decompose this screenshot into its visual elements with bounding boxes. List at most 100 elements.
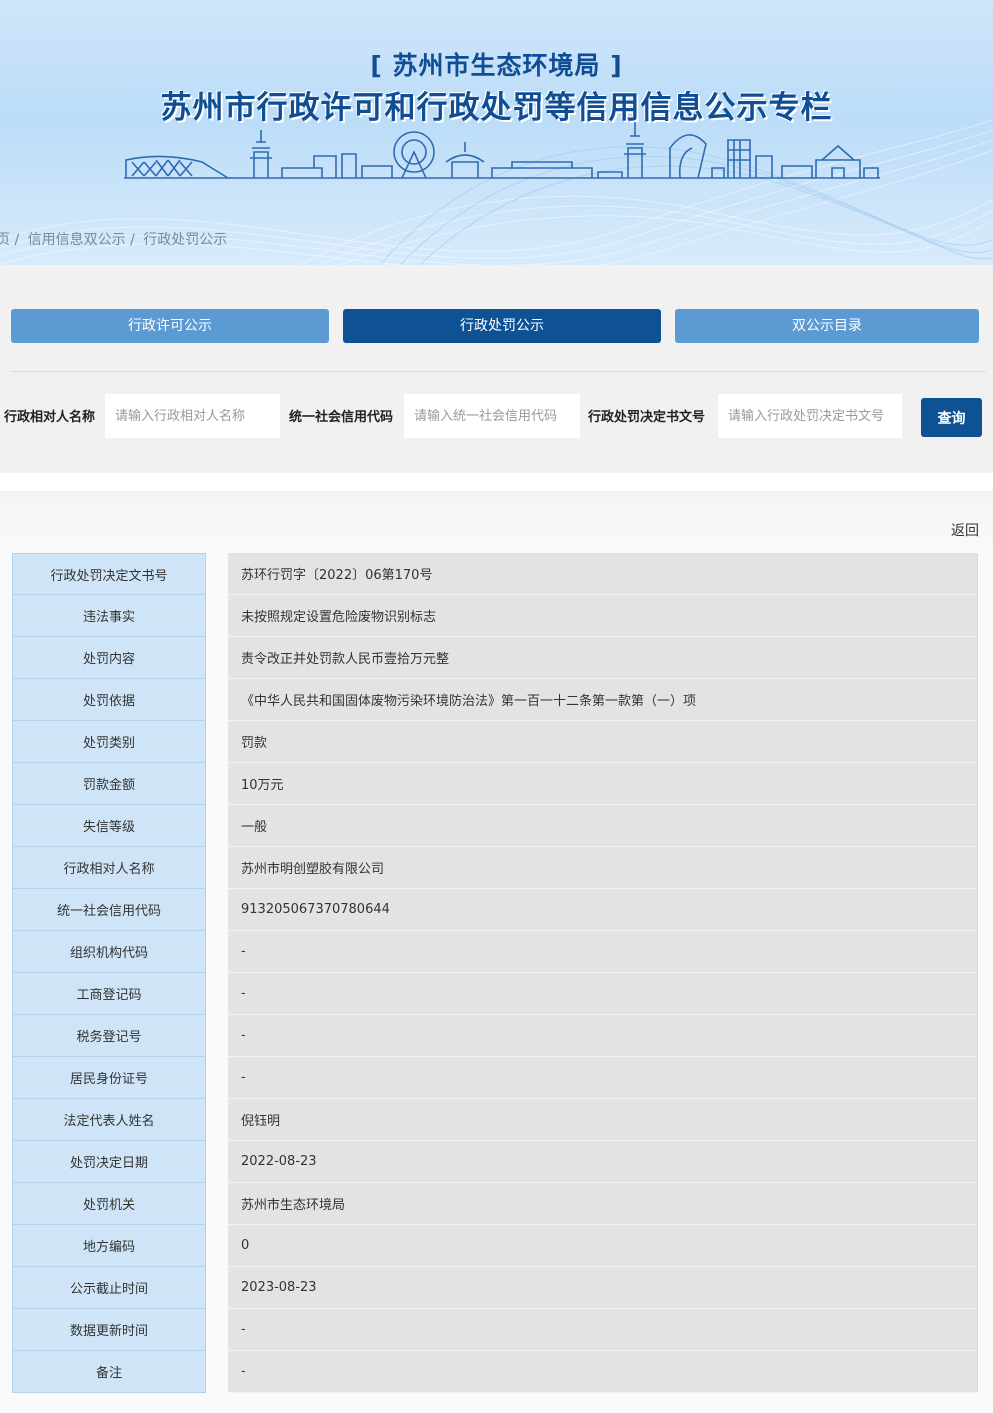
table-row: 数据更新时间 -	[12, 1309, 978, 1351]
search-panel: 行政许可公示 行政处罚公示 双公示目录 行政相对人名称 统一社会信用代码 行政处…	[0, 265, 993, 473]
table-row: 地方编码 0	[12, 1225, 978, 1267]
row-gap	[206, 931, 228, 973]
row-gap	[206, 889, 228, 931]
table-row: 处罚决定日期 2022-08-23	[12, 1141, 978, 1183]
row-value: 罚款	[228, 721, 978, 763]
header-banner: [ 苏州市生态环境局 ] 苏州市行政许可和行政处罚等信用信息公示专栏 页 / 信…	[0, 0, 993, 265]
breadcrumb-current: 行政处罚公示	[143, 232, 228, 248]
row-value: 一般	[228, 805, 978, 847]
tab-permit[interactable]: 行政许可公示	[11, 309, 329, 343]
row-gap	[206, 1351, 228, 1393]
search-input-name[interactable]	[105, 394, 280, 438]
row-value: 10万元	[228, 763, 978, 805]
search-label-credit-code: 统一社会信用代码	[289, 410, 394, 425]
row-value: 2023-08-23	[228, 1267, 978, 1309]
row-label: 法定代表人姓名	[12, 1099, 206, 1141]
back-link[interactable]: 返回	[951, 520, 979, 540]
table-row: 处罚内容 责令改正并处罚款人民币壹拾万元整	[12, 637, 978, 679]
table-row: 失信等级 一般	[12, 805, 978, 847]
breadcrumb-credit-link[interactable]: 信用信息双公示 /	[28, 232, 135, 248]
table-row: 处罚类别 罚款	[12, 721, 978, 763]
row-label: 数据更新时间	[12, 1309, 206, 1351]
row-value: -	[228, 931, 978, 973]
row-label: 行政处罚决定文书号	[12, 553, 206, 595]
tab-penalty[interactable]: 行政处罚公示	[343, 309, 661, 343]
row-value: 2022-08-23	[228, 1141, 978, 1183]
row-gap	[206, 595, 228, 637]
row-gap	[206, 805, 228, 847]
table-row: 行政处罚决定文书号 苏环行罚字〔2022〕06第170号	[12, 553, 978, 595]
row-value: 0	[228, 1225, 978, 1267]
row-gap	[206, 1015, 228, 1057]
search-input-decision-number[interactable]	[718, 394, 902, 438]
detail-content: 返回 行政处罚决定文书号 苏环行罚字〔2022〕06第170号 违法事实 未按照规定设…	[0, 491, 993, 1413]
row-gap	[206, 553, 228, 595]
row-label: 税务登记号	[12, 1015, 206, 1057]
table-row: 法定代表人姓名 倪钰明	[12, 1099, 978, 1141]
row-value: -	[228, 1057, 978, 1099]
table-row: 工商登记码 -	[12, 973, 978, 1015]
row-label: 失信等级	[12, 805, 206, 847]
row-gap	[206, 1309, 228, 1351]
row-gap	[206, 847, 228, 889]
table-row: 行政相对人名称 苏州市明创塑胶有限公司	[12, 847, 978, 889]
row-label: 备注	[12, 1351, 206, 1393]
row-label: 地方编码	[12, 1225, 206, 1267]
breadcrumb-home-link[interactable]: 页 /	[0, 232, 19, 248]
row-label: 处罚内容	[12, 637, 206, 679]
tab-catalog[interactable]: 双公示目录	[675, 309, 979, 343]
row-label: 处罚决定日期	[12, 1141, 206, 1183]
row-value: 913205067370780644	[228, 889, 978, 931]
table-row: 公示截止时间 2023-08-23	[12, 1267, 978, 1309]
row-value: 苏州市明创塑胶有限公司	[228, 847, 978, 889]
row-label: 工商登记码	[12, 973, 206, 1015]
table-row: 组织机构代码 -	[12, 931, 978, 973]
row-value: -	[228, 1351, 978, 1393]
search-label-name: 行政相对人名称	[4, 410, 96, 425]
row-label: 处罚类别	[12, 721, 206, 763]
table-row: 罚款金额 10万元	[12, 763, 978, 805]
divider	[10, 371, 986, 372]
row-label: 统一社会信用代码	[12, 889, 206, 931]
row-label: 处罚依据	[12, 679, 206, 721]
row-gap	[206, 1267, 228, 1309]
table-row: 统一社会信用代码 913205067370780644	[12, 889, 978, 931]
row-value: 责令改正并处罚款人民币壹拾万元整	[228, 637, 978, 679]
table-row: 处罚依据 《中华人民共和国固体废物污染环境防治法》第一百一十二条第一款第（一）项	[12, 679, 978, 721]
row-value: 倪钰明	[228, 1099, 978, 1141]
table-row: 备注 -	[12, 1351, 978, 1393]
row-value: 苏州市生态环境局	[228, 1183, 978, 1225]
row-label: 处罚机关	[12, 1183, 206, 1225]
row-value: 《中华人民共和国固体废物污染环境防治法》第一百一十二条第一款第（一）项	[228, 679, 978, 721]
row-label: 行政相对人名称	[12, 847, 206, 889]
row-label: 居民身份证号	[12, 1057, 206, 1099]
row-label: 公示截止时间	[12, 1267, 206, 1309]
banner-subtitle: [ 苏州市生态环境局 ]	[370, 51, 623, 80]
row-gap	[206, 1141, 228, 1183]
row-label: 违法事实	[12, 595, 206, 637]
table-row: 居民身份证号 -	[12, 1057, 978, 1099]
row-gap	[206, 679, 228, 721]
row-gap	[206, 973, 228, 1015]
row-gap	[206, 1225, 228, 1267]
search-input-credit-code[interactable]	[404, 394, 580, 438]
row-gap	[206, 1183, 228, 1225]
table-row: 处罚机关 苏州市生态环境局	[12, 1183, 978, 1225]
row-value: -	[228, 1309, 978, 1351]
row-label: 组织机构代码	[12, 931, 206, 973]
search-label-decision-number: 行政处罚决定书文号	[588, 410, 706, 425]
row-gap	[206, 721, 228, 763]
row-label: 罚款金额	[12, 763, 206, 805]
row-value: 未按照规定设置危险废物识别标志	[228, 595, 978, 637]
row-value: -	[228, 973, 978, 1015]
row-gap	[206, 1057, 228, 1099]
breadcrumb: 页 / 信用信息双公示 / 行政处罚公示	[0, 229, 231, 249]
query-button[interactable]: 查询	[921, 398, 982, 437]
row-gap	[206, 763, 228, 805]
row-gap	[206, 1099, 228, 1141]
table-row: 税务登记号 -	[12, 1015, 978, 1057]
city-skyline-icon	[124, 122, 880, 179]
detail-table: 行政处罚决定文书号 苏环行罚字〔2022〕06第170号 违法事实 未按照规定设置危险…	[12, 553, 978, 1393]
table-row: 违法事实 未按照规定设置危险废物识别标志	[12, 595, 978, 637]
row-gap	[206, 637, 228, 679]
